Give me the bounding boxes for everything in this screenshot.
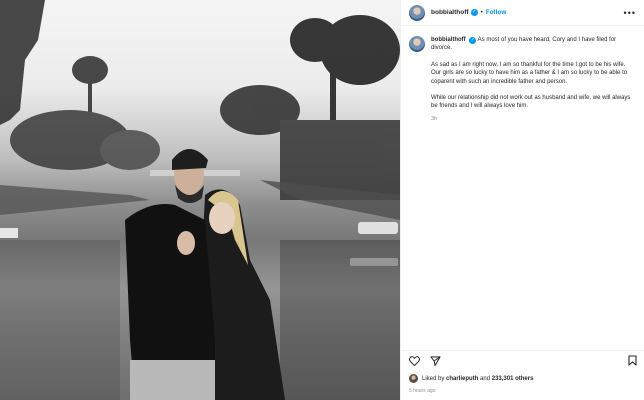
follow-button[interactable]: Follow bbox=[486, 9, 507, 16]
likes-prefix: Liked by bbox=[422, 375, 445, 382]
verified-badge-icon: ✓ bbox=[470, 9, 478, 16]
caption-text: bobbialthoff ✓ As most of you have heard… bbox=[431, 36, 636, 123]
photo-scene bbox=[0, 0, 400, 400]
author-avatar[interactable] bbox=[409, 4, 425, 21]
caption-timestamp[interactable]: 3h bbox=[431, 115, 636, 123]
likes-and: and bbox=[480, 375, 491, 382]
caption-paragraph-3: While our relationship did not work out … bbox=[431, 95, 631, 110]
heart-icon[interactable] bbox=[409, 355, 420, 366]
caption-author-avatar[interactable] bbox=[409, 36, 425, 52]
post-header: bobbialthoff ✓ • Follow ••• bbox=[401, 0, 644, 26]
likes-summary: Liked by charlieputh and 233,301 others bbox=[409, 374, 533, 383]
author-username[interactable]: bobbialthoff bbox=[431, 9, 469, 16]
more-options-icon[interactable]: ••• bbox=[624, 8, 636, 17]
header-separator: • bbox=[480, 9, 483, 16]
post-photo[interactable] bbox=[0, 0, 400, 400]
caption-verified-badge-icon: ✓ bbox=[469, 37, 477, 44]
caption-username[interactable]: bobbialthoff bbox=[431, 37, 466, 43]
post-time-ago[interactable]: 5 hours ago bbox=[409, 388, 435, 394]
caption-paragraph-2: As sad as I am right now, I am so thankf… bbox=[431, 61, 628, 85]
likes-count[interactable]: 233,301 others bbox=[492, 376, 534, 382]
bookmark-icon[interactable] bbox=[628, 355, 637, 366]
liker-avatar[interactable] bbox=[409, 374, 418, 383]
paper-plane-icon[interactable] bbox=[430, 355, 441, 366]
post-sidebar: bobbialthoff ✓ • Follow ••• bobbialthoff… bbox=[400, 0, 644, 400]
action-bar bbox=[401, 350, 644, 370]
caption-block: bobbialthoff ✓ As most of you have heard… bbox=[401, 26, 644, 123]
liker-username[interactable]: charlieputh bbox=[446, 376, 478, 382]
